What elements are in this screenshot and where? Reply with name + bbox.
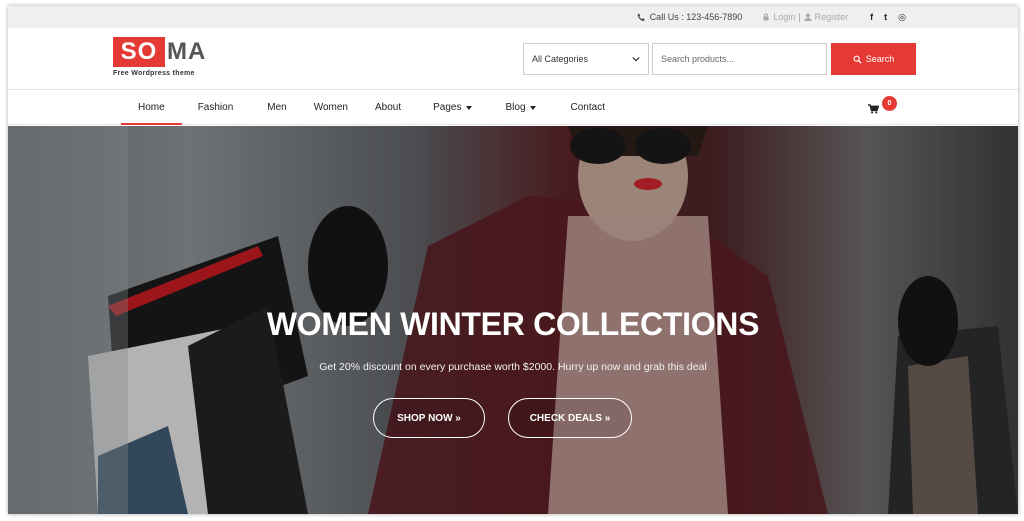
cart-button[interactable]: 0 [868, 96, 898, 118]
nav-contact[interactable]: Contact [554, 90, 623, 125]
register-link[interactable]: Register [815, 12, 849, 22]
hero-title: WOMEN WINTER COLLECTIONS [266, 306, 760, 342]
nav-fashion[interactable]: Fashion [182, 90, 252, 125]
phone-icon [637, 13, 645, 21]
call-us[interactable]: Call Us : 123-456-7890 [637, 12, 743, 22]
nav-about-label: About [375, 102, 402, 113]
site-header: SO MA Free Wordpress theme All Categorie… [8, 28, 1018, 90]
chevron-down-icon [632, 56, 640, 62]
product-search: All Categories Search [523, 43, 916, 75]
search-input[interactable] [652, 43, 827, 75]
top-bar: Call Us : 123-456-7890 Login | Register … [8, 6, 1018, 28]
category-select[interactable]: All Categories [523, 43, 649, 75]
shop-now-button[interactable]: SHOP NOW » [373, 398, 485, 438]
logo-so: SO [113, 37, 165, 67]
search-button[interactable]: Search [831, 43, 916, 75]
nav-men-label: Men [267, 102, 287, 113]
nav-women[interactable]: Women [305, 90, 366, 125]
nav-home-label: Home [138, 102, 165, 113]
nav-women-label: Women [313, 102, 348, 113]
hero-banner: WOMEN WINTER COLLECTIONS Get 20% discoun… [8, 126, 1018, 514]
logo-tagline: Free Wordpress theme [113, 70, 195, 77]
hero-subtitle: Get 20% discount on every purchase worth… [319, 361, 707, 373]
cart-count-badge: 0 [882, 96, 897, 111]
account-links: Login | Register [762, 12, 848, 22]
search-button-label: Search [865, 54, 895, 64]
nav-blog[interactable]: Blog [490, 90, 554, 125]
call-us-text: Call Us : 123-456-7890 [649, 12, 743, 22]
nav-about[interactable]: About [366, 90, 419, 125]
nav-home[interactable]: Home [121, 90, 182, 125]
twitter-icon[interactable]: t [884, 12, 887, 22]
browser-viewport: Call Us : 123-456-7890 Login | Register … [8, 6, 1018, 514]
nav-fashion-label: Fashion [197, 102, 234, 113]
main-nav: Home Fashion Men Women About Pages Blog … [8, 90, 1018, 125]
category-select-value: All Categories [532, 54, 589, 64]
check-deals-label: CHECK DEALS » [529, 412, 611, 424]
check-deals-button[interactable]: CHECK DEALS » [508, 398, 632, 438]
auth-separator: | [798, 12, 801, 22]
nav-blog-label: Blog [505, 102, 526, 113]
nav-pages-label: Pages [433, 102, 462, 113]
login-link[interactable]: Login [773, 12, 795, 22]
logo-ma: MA [167, 38, 207, 65]
user-icon [804, 13, 812, 21]
social-links: f t ◎ [870, 12, 906, 23]
nav-men[interactable]: Men [251, 90, 304, 125]
lock-icon [763, 13, 769, 21]
facebook-icon[interactable]: f [870, 12, 873, 22]
caret-down-icon [465, 105, 472, 110]
instagram-icon[interactable]: ◎ [898, 12, 906, 23]
caret-down-icon [529, 105, 536, 110]
search-icon [853, 55, 862, 64]
shopping-cart-icon [868, 104, 879, 114]
shop-now-label: SHOP NOW » [397, 412, 461, 424]
nav-contact-label: Contact [570, 102, 605, 113]
nav-pages[interactable]: Pages [419, 90, 489, 125]
site-logo[interactable]: SO MA Free Wordpress theme [113, 37, 213, 77]
